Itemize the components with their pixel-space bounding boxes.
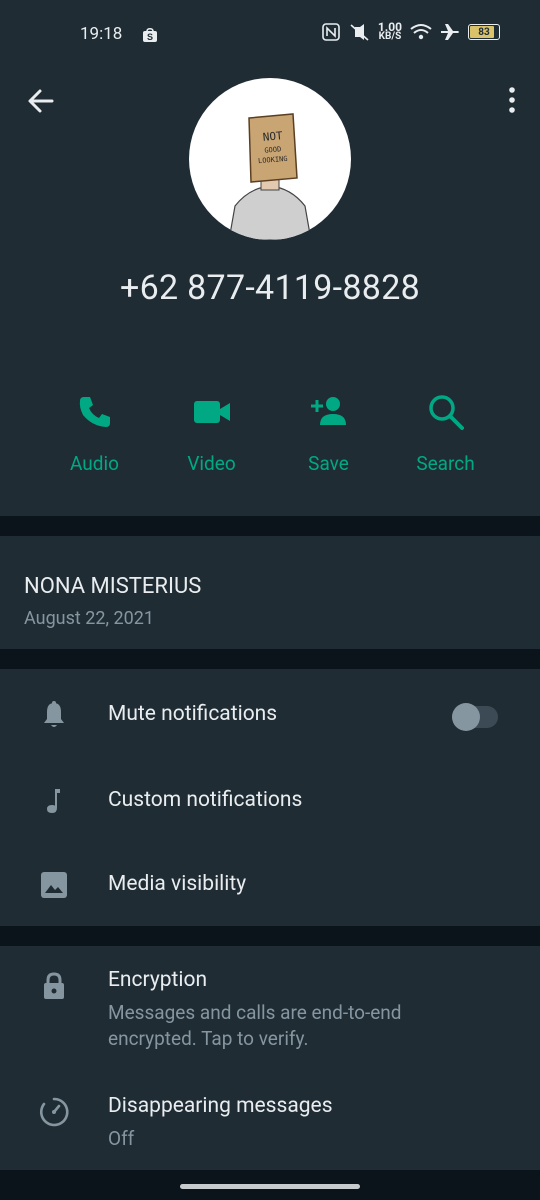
bell-icon [44,701,64,727]
video-icon [193,401,230,423]
about-section[interactable]: NONA MISTERIUS August 22, 2021 [0,536,540,649]
media-visibility-label: Media visibility [108,872,247,896]
about-date: August 22, 2021 [24,608,154,629]
speed-unit: KB/S [378,31,402,42]
mute-notifications-row[interactable]: Mute notifications [0,685,540,745]
status-bar: 19:18 S 1.00 KB/S 83 [0,0,540,58]
system-navigation-bar [0,1170,540,1200]
add-person-icon [310,397,346,425]
contact-about: NONA MISTERIUS [24,574,202,599]
mute-label: Mute notifications [108,702,278,726]
audio-label: Audio [70,452,119,475]
mute-toggle[interactable] [452,703,498,731]
video-call-button[interactable]: Video [153,392,270,475]
home-gesture-handle[interactable] [180,1184,360,1189]
music-note-icon [47,789,60,813]
status-time: 19:18 [80,24,123,44]
action-bar: Audio Video Save Search [36,392,504,492]
battery-level: 83 [478,26,490,38]
timer-icon [39,1097,69,1127]
status-icons: 1.00 KB/S 83 [322,21,500,42]
search-icon [428,395,464,430]
image-icon [41,872,67,898]
toggle-knob [452,703,480,731]
encryption-title: Encryption [108,968,208,992]
custom-notifications-row[interactable]: Custom notifications [0,771,540,831]
avatar[interactable]: NOT GOOD LOOKING [189,78,351,240]
encryption-row[interactable]: Encryption Messages and calls are end-to… [0,960,540,1060]
search-label: Search [416,452,475,475]
svg-text:S: S [147,32,153,42]
shop-icon: S [143,27,157,42]
save-contact-button[interactable]: Save [270,392,387,475]
save-label: Save [308,452,349,475]
disappearing-messages-row[interactable]: Disappearing messages Off [0,1088,540,1158]
privacy-settings: Encryption Messages and calls are end-to… [0,946,540,1170]
audio-call-button[interactable]: Audio [36,392,153,475]
arrow-left-icon[interactable] [24,84,58,118]
custom-notifications-label: Custom notifications [108,788,303,812]
nfc-icon [322,23,340,41]
airplane-icon [441,24,459,40]
encryption-description: Messages and calls are end-to-end encryp… [108,1001,402,1050]
contact-phone-number: +62 877-4119-8828 [119,268,421,308]
mute-icon [350,24,369,41]
wifi-icon [410,24,432,40]
notification-settings: Mute notifications Custom notifications … [0,669,540,926]
profile-header: NOT GOOD LOOKING +62 877-4119-8828 Audio… [0,58,540,516]
battery-icon: 83 [468,24,500,40]
lock-icon [44,972,64,999]
more-vertical-icon[interactable] [506,86,518,114]
search-button[interactable]: Search [387,392,504,475]
media-visibility-row[interactable]: Media visibility [0,855,540,915]
phone-icon [79,397,110,427]
bag-text-2: GOOD [264,145,281,154]
network-speed: 1.00 KB/S [378,21,402,42]
video-label: Video [187,452,236,475]
avatar-illustration: NOT GOOD LOOKING [228,113,312,240]
disappearing-status: Off [108,1127,135,1150]
bag-text-1: NOT [262,129,283,144]
disappearing-title: Disappearing messages [108,1094,333,1118]
